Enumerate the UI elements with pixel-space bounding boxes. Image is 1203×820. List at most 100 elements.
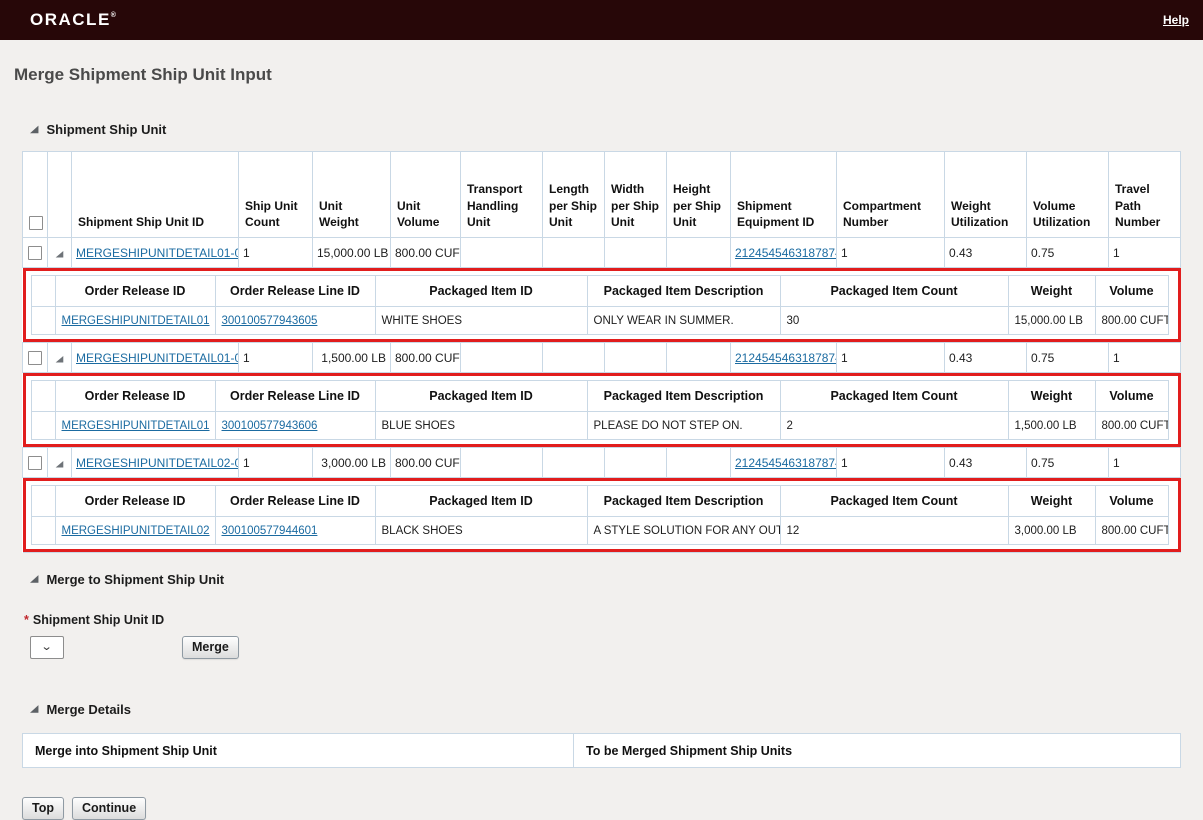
section-title: Merge Details xyxy=(46,702,132,717)
ship-unit-id-link[interactable]: MERGESHIPUNITDETAIL02-001-001 xyxy=(76,456,238,470)
merge-button[interactable]: Merge xyxy=(182,636,239,659)
cell-detail-volume: 800.00 CUFT xyxy=(1094,306,1169,335)
subtable-data-row: MERGESHIPUNITDETAIL01 300100577943606 BL… xyxy=(30,411,1169,440)
indent-cell xyxy=(30,275,56,307)
subtable-header-row: Order Release ID Order Release Line ID P… xyxy=(30,380,1169,412)
packaged-item-subtable: Order Release ID Order Release Line ID P… xyxy=(30,485,1169,545)
cell-packaged-item-description: A STYLE SOLUTION FOR ANY OUTFIT. xyxy=(586,516,781,545)
subcol-order-release-id: Order Release ID xyxy=(54,275,216,307)
cell-compartment-number: 1 xyxy=(836,342,945,373)
col-width-per-ship-unit: Width per Ship Unit xyxy=(604,151,667,238)
subcol-packaged-item-count: Packaged Item Count xyxy=(779,380,1009,412)
row-checkbox[interactable] xyxy=(28,455,42,470)
ship-unit-id-field-label: * Shipment Ship Unit ID xyxy=(24,613,165,627)
cell-packaged-item-count: 12 xyxy=(779,516,1009,545)
row-expand-icon[interactable]: ◢ xyxy=(56,249,64,258)
footer-buttons: Top Continue xyxy=(22,797,1181,820)
order-release-line-id-link[interactable]: 300100577944601 xyxy=(222,525,318,537)
cell-volume-utilization: 0.75 xyxy=(1026,342,1109,373)
order-release-id-link[interactable]: MERGESHIPUNITDETAIL01 xyxy=(62,420,210,432)
row-expand-icon[interactable]: ◢ xyxy=(56,459,64,468)
subtable-data-row: MERGESHIPUNITDETAIL02 300100577944601 BL… xyxy=(30,516,1169,545)
top-button[interactable]: Top xyxy=(22,797,64,820)
section-header-shipment-ship-unit[interactable]: ◢ Shipment Ship Unit xyxy=(30,122,1181,137)
ship-unit-id-select[interactable]: ⌄ xyxy=(30,636,64,659)
cell-travel-path-number: 1 xyxy=(1108,447,1181,478)
col-to-be-merged-shipment-ship-units: To be Merged Shipment Ship Units xyxy=(573,733,1181,768)
subcol-packaged-item-id: Packaged Item ID xyxy=(374,275,588,307)
merge-controls-row: ⌄ Merge xyxy=(22,636,1181,659)
collapse-triangle-icon[interactable]: ◢ xyxy=(30,124,38,135)
cell-packaged-item-id: BLACK SHOES xyxy=(374,516,588,545)
order-release-line-id-link[interactable]: 300100577943606 xyxy=(222,420,318,432)
section-header-merge-details[interactable]: ◢ Merge Details xyxy=(30,702,1181,717)
collapse-triangle-icon[interactable]: ◢ xyxy=(30,574,38,585)
detail-row: Order Release ID Order Release Line ID P… xyxy=(22,372,1181,448)
order-release-id-link[interactable]: MERGESHIPUNITDETAIL02 xyxy=(62,525,210,537)
cell-transport-handling-unit xyxy=(460,237,543,268)
cell-height xyxy=(666,342,731,373)
shipment-ship-unit-table: Shipment Ship Unit ID Ship Unit Count Un… xyxy=(22,151,1181,553)
equipment-id-link[interactable]: 2124545463187874 xyxy=(735,246,836,260)
subcol-packaged-item-id: Packaged Item ID xyxy=(374,380,588,412)
section-title: Shipment Ship Unit xyxy=(46,122,167,137)
subcol-packaged-item-count: Packaged Item Count xyxy=(779,485,1009,517)
help-link[interactable]: Help xyxy=(1163,13,1189,27)
subcol-order-release-line-id: Order Release Line ID xyxy=(214,275,376,307)
page-title: Merge Shipment Ship Unit Input xyxy=(14,65,272,84)
cell-height xyxy=(666,447,731,478)
cell-detail-volume: 800.00 CUFT xyxy=(1094,516,1169,545)
cell-ship-unit-count: 1 xyxy=(238,342,313,373)
merge-details-header-row: Merge into Shipment Ship Unit To be Merg… xyxy=(22,733,1181,768)
cell-travel-path-number: 1 xyxy=(1108,342,1181,373)
cell-volume-utilization: 0.75 xyxy=(1026,237,1109,268)
subcol-weight: Weight xyxy=(1007,485,1096,517)
indent-cell xyxy=(30,306,56,335)
row-expand-icon[interactable]: ◢ xyxy=(56,354,64,363)
collapse-triangle-icon[interactable]: ◢ xyxy=(30,704,38,715)
subtable-header-row: Order Release ID Order Release Line ID P… xyxy=(30,275,1169,307)
col-weight-utilization: Weight Utilization xyxy=(944,151,1027,238)
cell-unit-weight: 3,000.00 LB xyxy=(312,447,391,478)
equipment-id-link[interactable]: 2124545463187874 xyxy=(735,456,836,470)
indent-cell xyxy=(30,485,56,517)
detail-row: Order Release ID Order Release Line ID P… xyxy=(22,267,1181,343)
cell-weight-utilization: 0.43 xyxy=(944,447,1027,478)
top-bar: ORACLE® Help xyxy=(0,0,1203,40)
table-row: ◢ MERGESHIPUNITDETAIL01-001-001 1 15,000… xyxy=(22,237,1181,268)
continue-button[interactable]: Continue xyxy=(71,797,147,820)
chevron-down-icon: ⌄ xyxy=(41,641,53,653)
subcol-packaged-item-description: Packaged Item Description xyxy=(586,275,781,307)
subcol-packaged-item-description: Packaged Item Description xyxy=(586,380,781,412)
table-row: ◢ MERGESHIPUNITDETAIL01-002-001 1 1,500.… xyxy=(22,342,1181,373)
required-marker: * xyxy=(24,613,29,627)
cell-compartment-number: 1 xyxy=(836,447,945,478)
subcol-packaged-item-id: Packaged Item ID xyxy=(374,485,588,517)
ship-unit-id-link[interactable]: MERGESHIPUNITDETAIL01-001-001 xyxy=(76,246,238,260)
select-all-cell xyxy=(22,151,48,238)
col-travel-path-number: Travel Path Number xyxy=(1108,151,1181,238)
row-checkbox[interactable] xyxy=(28,245,42,260)
packaged-item-subtable: Order Release ID Order Release Line ID P… xyxy=(30,275,1169,335)
cell-packaged-item-id: WHITE SHOES xyxy=(374,306,588,335)
page-content: Merge Shipment Ship Unit Input ◢ Shipmen… xyxy=(0,65,1203,820)
annotation-highlight-box: Order Release ID Order Release Line ID P… xyxy=(22,478,1181,552)
order-release-id-link[interactable]: MERGESHIPUNITDETAIL01 xyxy=(62,315,210,327)
indent-cell xyxy=(30,411,56,440)
cell-width xyxy=(604,342,667,373)
select-all-checkbox[interactable] xyxy=(29,215,43,230)
equipment-id-link[interactable]: 2124545463187874 xyxy=(735,351,836,365)
order-release-line-id-link[interactable]: 300100577943605 xyxy=(222,315,318,327)
cell-weight-utilization: 0.43 xyxy=(944,342,1027,373)
table-header-row: Shipment Ship Unit ID Ship Unit Count Un… xyxy=(22,151,1181,238)
row-checkbox[interactable] xyxy=(28,350,42,365)
subcol-order-release-line-id: Order Release Line ID xyxy=(214,380,376,412)
cell-packaged-item-count: 2 xyxy=(779,411,1009,440)
cell-packaged-item-id: BLUE SHOES xyxy=(374,411,588,440)
indent-cell xyxy=(30,380,56,412)
ship-unit-id-link[interactable]: MERGESHIPUNITDETAIL01-002-001 xyxy=(76,351,238,365)
section-header-merge-to-shipment-ship-unit[interactable]: ◢ Merge to Shipment Ship Unit xyxy=(30,572,1181,587)
cell-unit-weight: 15,000.00 LB xyxy=(312,237,391,268)
cell-detail-weight: 1,500.00 LB xyxy=(1007,411,1096,440)
col-shipment-ship-unit-id: Shipment Ship Unit ID xyxy=(71,151,239,238)
